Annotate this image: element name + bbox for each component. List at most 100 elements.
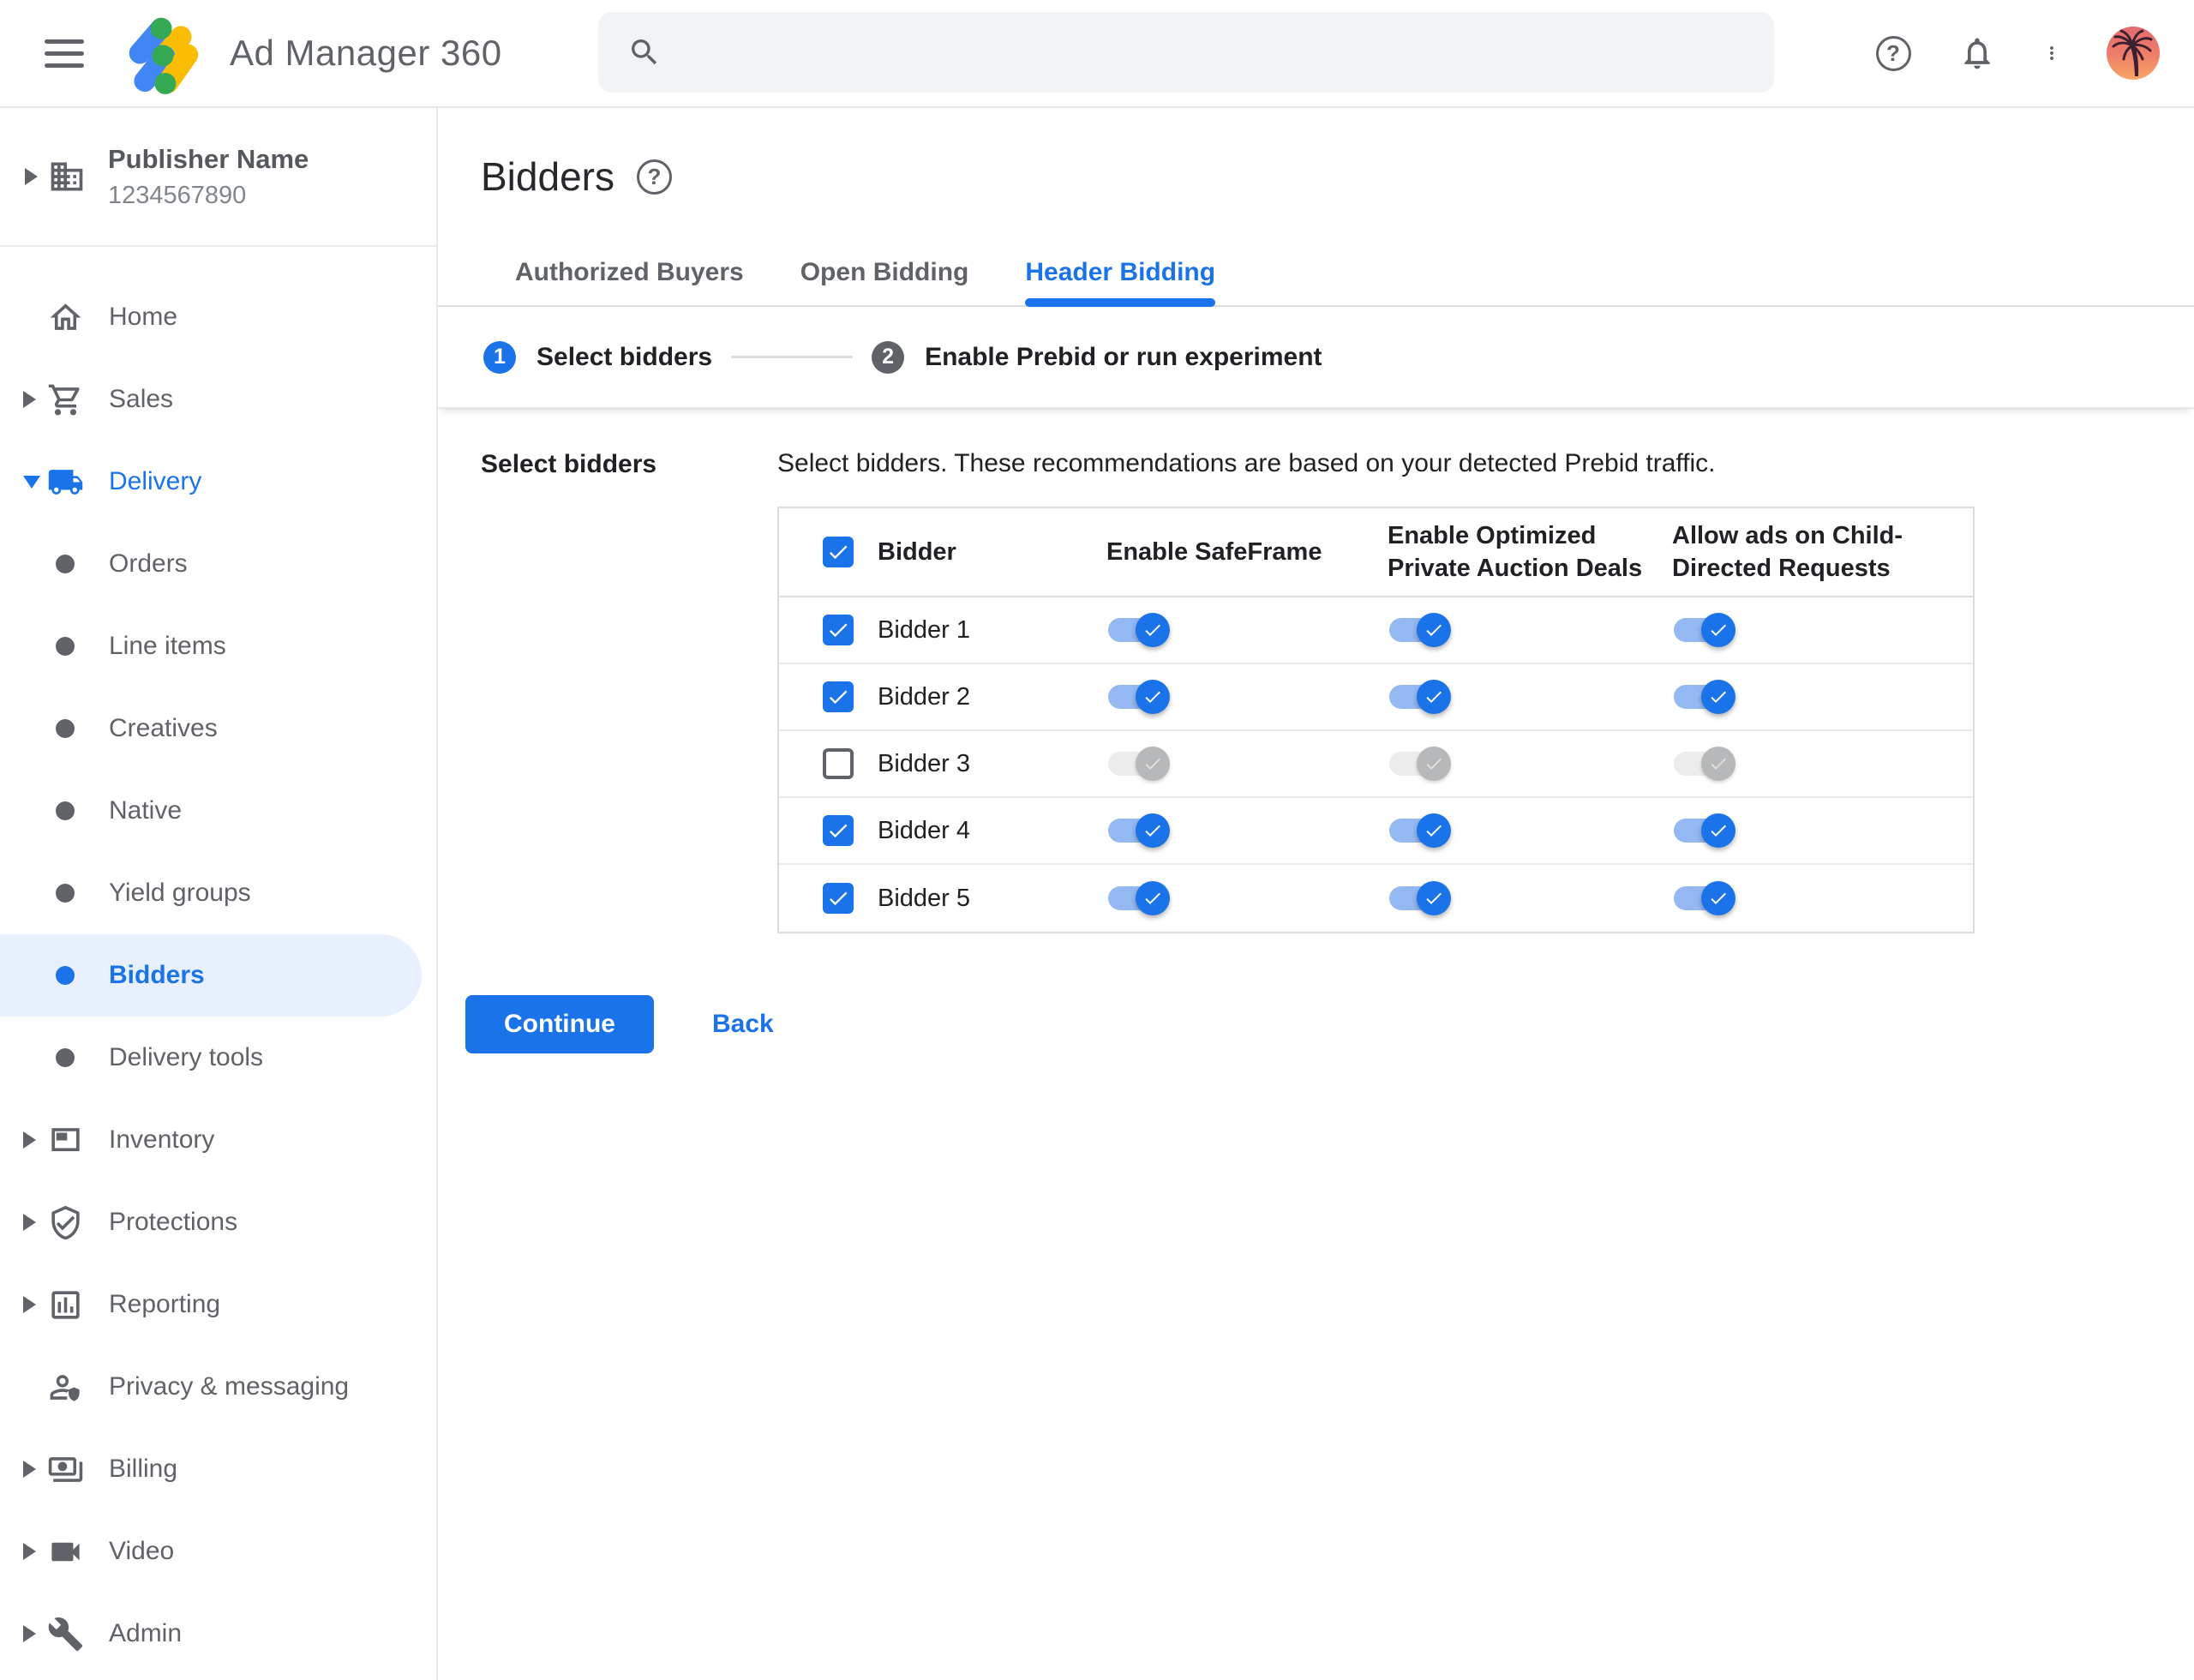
stepper: 1 Select bidders 2 Enable Prebid or run … (438, 307, 2194, 409)
app-title: Ad Manager 360 (230, 33, 502, 73)
publisher-id: 1234567890 (108, 181, 247, 209)
safeframe-toggle[interactable] (1108, 613, 1170, 647)
child-directed-toggle[interactable] (1674, 747, 1735, 781)
row-checkbox[interactable] (823, 748, 854, 779)
table-description: Select bidders. These recommendations ar… (777, 449, 1716, 477)
table-row: Bidder 5 (779, 865, 1973, 932)
bullet-icon (56, 801, 75, 820)
sidebar-item-delivery[interactable]: Delivery (0, 441, 436, 523)
sidebar-item-creatives[interactable]: Creatives (0, 687, 436, 770)
shield-check-icon (47, 1204, 84, 1241)
palm-tree-photo (2112, 29, 2153, 76)
search-bar[interactable] (598, 12, 1774, 93)
sidebar-item-native[interactable]: Native (0, 770, 436, 852)
tab-open-bidding[interactable]: Open Bidding (800, 240, 969, 305)
optimized-deals-toggle[interactable] (1389, 680, 1451, 714)
help-circle-icon[interactable]: ? (636, 159, 672, 195)
bullet-icon (56, 884, 75, 903)
tab-header-bidding[interactable]: Header Bidding (1025, 240, 1215, 307)
safeframe-toggle[interactable] (1108, 680, 1170, 714)
ad-manager-logo-icon (129, 17, 199, 94)
expand-caret-icon (23, 1296, 36, 1313)
child-directed-toggle[interactable] (1674, 813, 1735, 848)
sidebar-item-orders[interactable]: Orders (0, 523, 436, 605)
safeframe-toggle[interactable] (1108, 747, 1170, 781)
sidebar-item-video[interactable]: Video (0, 1510, 436, 1593)
bidder-name: Bidder 2 (878, 682, 971, 711)
publisher-name: Publisher Name (108, 143, 309, 174)
row-checkbox[interactable] (823, 615, 854, 645)
sidebar-item-privacy-messaging[interactable]: Privacy & messaging (0, 1346, 436, 1428)
table-row: Bidder 4 (779, 798, 1973, 865)
table-row: Bidder 1 (779, 597, 1973, 664)
bar-chart-icon (47, 1287, 84, 1323)
more-vert-icon[interactable] (2041, 33, 2062, 73)
building-icon (51, 162, 83, 191)
child-directed-toggle[interactable] (1674, 613, 1735, 647)
menu-hamburger-icon[interactable] (45, 32, 84, 75)
child-directed-toggle[interactable] (1674, 680, 1735, 714)
notifications-bell-icon[interactable] (1957, 33, 1997, 73)
optimized-deals-toggle[interactable] (1389, 613, 1451, 647)
expand-caret-icon (23, 1214, 36, 1231)
truck-icon (47, 464, 84, 501)
sidebar-item-line-items[interactable]: Line items (0, 605, 436, 687)
bidders-table: Bidder Enable SafeFrame Enable Optimized… (777, 507, 1975, 933)
sidebar-item-admin[interactable]: Admin (0, 1593, 436, 1675)
step-2-label: Enable Prebid or run experiment (925, 342, 1322, 371)
help-icon[interactable]: ? (1873, 33, 1913, 73)
column-header-bidder: Bidder (878, 538, 956, 566)
row-checkbox[interactable] (823, 815, 854, 846)
step-1-label: Select bidders (537, 342, 713, 371)
bullet-icon (56, 637, 75, 656)
row-checkbox[interactable] (823, 883, 854, 914)
step-connector (731, 356, 854, 358)
optimized-deals-toggle[interactable] (1389, 747, 1451, 781)
tab-authorized-buyers[interactable]: Authorized Buyers (515, 240, 744, 305)
search-icon (632, 39, 657, 65)
page-title: Bidders (481, 154, 614, 199)
sidebar-item-delivery-tools[interactable]: Delivery tools (0, 1017, 436, 1099)
top-app-bar: Ad Manager 360 ? (0, 0, 2194, 108)
sidebar-nav: Home Sales Delivery Orders Line items Cr… (0, 247, 436, 1675)
expand-caret-icon (25, 168, 38, 185)
sidebar-item-reporting[interactable]: Reporting (0, 1263, 436, 1346)
optimized-deals-toggle[interactable] (1389, 881, 1451, 915)
account-avatar[interactable] (2107, 27, 2160, 80)
expand-caret-icon (23, 1543, 36, 1560)
safeframe-toggle[interactable] (1108, 813, 1170, 848)
search-input[interactable] (682, 37, 1745, 68)
home-icon (47, 299, 84, 336)
sidebar-item-sales[interactable]: Sales (0, 358, 436, 441)
money-icon (47, 1451, 84, 1488)
section-label: Select bidders (481, 450, 657, 478)
sidebar-item-bidders[interactable]: Bidders (0, 934, 422, 1017)
publisher-selector[interactable]: Publisher Name 1234567890 (0, 108, 436, 247)
cart-icon (47, 381, 84, 418)
wrench-icon (47, 1616, 84, 1653)
sidebar-item-protections[interactable]: Protections (0, 1181, 436, 1263)
back-link[interactable]: Back (697, 1001, 789, 1047)
column-header-safeframe: Enable SafeFrame (1106, 538, 1322, 566)
sidebar-item-billing[interactable]: Billing (0, 1428, 436, 1510)
optimized-deals-toggle[interactable] (1389, 813, 1451, 848)
tab-bar: Authorized Buyers Open Bidding Header Bi… (438, 240, 2194, 307)
safeframe-toggle[interactable] (1108, 881, 1170, 915)
topbar-actions: ? (1873, 0, 2160, 106)
sidebar-item-yield-groups[interactable]: Yield groups (0, 852, 436, 934)
person-shield-icon (47, 1369, 84, 1406)
collapse-caret-icon (23, 475, 40, 489)
sidebar-item-home[interactable]: Home (0, 276, 436, 358)
bullet-icon (56, 719, 75, 738)
column-header-child-directed: Allow ads on Child-Directed Requests (1672, 522, 1903, 582)
select-all-checkbox[interactable] (823, 537, 854, 567)
continue-button[interactable]: Continue (465, 995, 654, 1053)
step-1-circle: 1 (483, 340, 516, 374)
bidder-name: Bidder 5 (878, 884, 971, 912)
sidebar: Publisher Name 1234567890 Home Sales Del… (0, 108, 438, 1680)
bidder-name: Bidder 3 (878, 749, 971, 777)
child-directed-toggle[interactable] (1674, 881, 1735, 915)
column-header-optimized-deals: Enable Optimized Private Auction Deals (1388, 522, 1643, 582)
row-checkbox[interactable] (823, 681, 854, 712)
sidebar-item-inventory[interactable]: Inventory (0, 1099, 436, 1181)
